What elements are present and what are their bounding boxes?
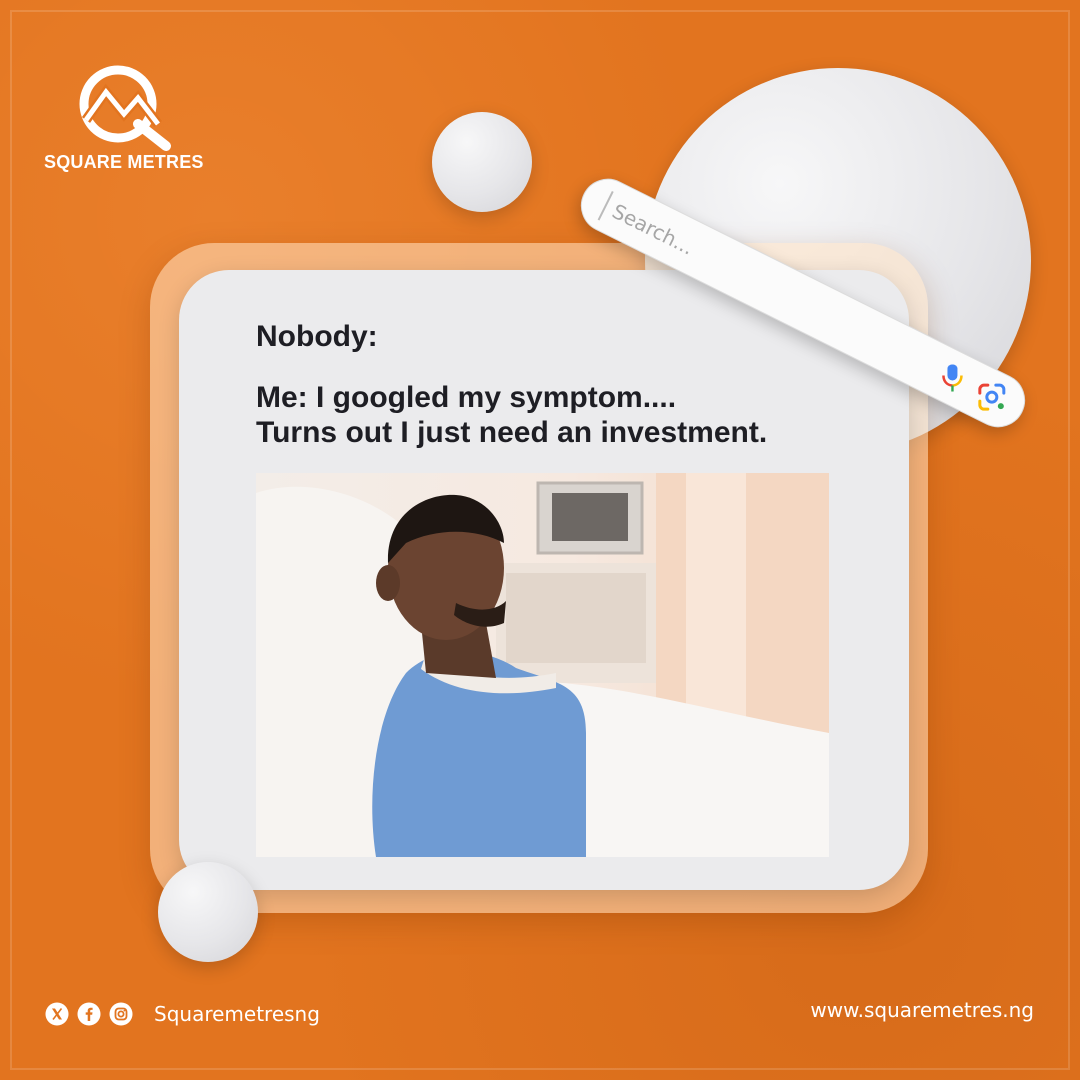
hospital-photo <box>256 473 829 857</box>
instagram-icon[interactable] <box>108 1001 134 1027</box>
social-handle[interactable]: Squaremetresng <box>154 1002 320 1026</box>
website-link[interactable]: www.squaremetres.ng <box>810 998 1034 1022</box>
brand-name: SQUARE METRES <box>44 152 204 172</box>
hospital-bed-illustration <box>256 473 829 857</box>
meme-line-punchline: Turns out I just need an investment. <box>256 416 768 449</box>
square-metres-logo-icon <box>79 65 171 151</box>
decorative-circle-small <box>432 112 532 212</box>
social-links: Squaremetresng <box>44 1000 320 1028</box>
mic-icon[interactable] <box>940 363 964 393</box>
facebook-icon[interactable] <box>76 1001 102 1027</box>
lens-icon[interactable] <box>976 381 1008 413</box>
meme-line-nobody: Nobody: <box>256 320 378 353</box>
x-icon[interactable] <box>44 1001 70 1027</box>
meme-line-me: Me: I googled my symptom.... <box>256 381 677 414</box>
decorative-circle-bottom <box>158 862 258 962</box>
